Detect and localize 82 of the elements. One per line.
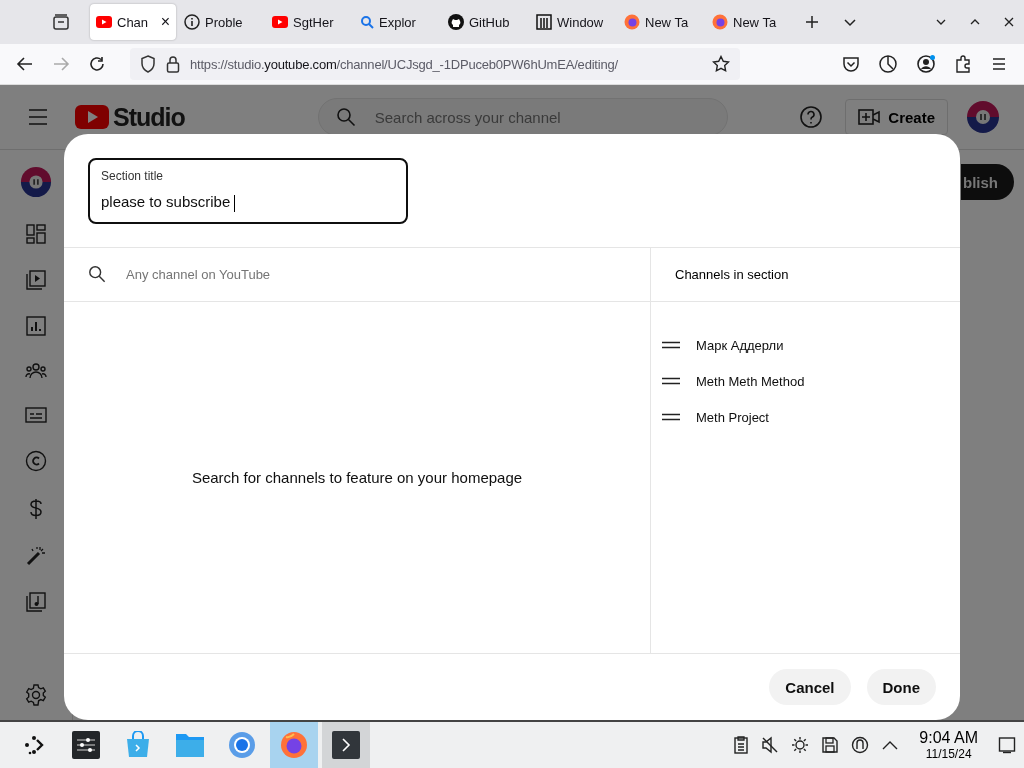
- menu-icon[interactable]: [990, 55, 1008, 73]
- back-icon[interactable]: [16, 55, 34, 73]
- avatar-icon[interactable]: [966, 100, 1000, 134]
- drag-handle-icon[interactable]: [662, 413, 680, 421]
- search-field[interactable]: Search across your channel: [317, 98, 728, 136]
- browser-tab[interactable]: New Ta: [618, 4, 704, 40]
- dollar-icon[interactable]: [28, 498, 44, 520]
- play-icon: [272, 16, 288, 28]
- fox-globe-icon: [624, 14, 640, 30]
- info-icon: [184, 14, 200, 30]
- browser-tab[interactable]: Chan ×: [90, 4, 176, 40]
- video-icon[interactable]: [26, 270, 46, 290]
- cancel-button[interactable]: Cancel: [769, 669, 851, 705]
- browser-tab[interactable]: GitHub: [442, 4, 528, 40]
- brightness-icon[interactable]: [791, 736, 810, 754]
- shield-icon: [140, 55, 156, 73]
- taskbar-app[interactable]: [322, 722, 370, 768]
- play-logo-icon[interactable]: [75, 105, 109, 129]
- account-icon[interactable]: [916, 54, 936, 74]
- column-header: Channels in section: [675, 267, 789, 282]
- puzzle-icon[interactable]: [954, 55, 972, 73]
- columns-icon: [536, 14, 552, 30]
- video-plus-icon: [858, 108, 881, 126]
- star-icon[interactable]: [712, 55, 730, 73]
- avatar-icon[interactable]: [20, 166, 52, 198]
- empty-message: Search for channels to feature on your homepage: [191, 469, 523, 486]
- field-value: please to subscribe: [101, 193, 395, 212]
- search-icon: [335, 107, 356, 127]
- channel-name: Meth Meth Method: [696, 373, 805, 389]
- browser-tab[interactable]: Explor: [354, 4, 440, 40]
- close-tab-icon[interactable]: ×: [160, 13, 170, 31]
- play-icon: [96, 16, 112, 28]
- browser-icon: [228, 731, 256, 759]
- search-icon: [360, 15, 374, 29]
- browser-tab[interactable]: New Ta: [706, 4, 792, 40]
- browser-tab[interactable]: Window: [530, 4, 616, 40]
- section-title-field[interactable]: Section title please to subscribe: [88, 158, 408, 224]
- drag-handle-icon[interactable]: [662, 377, 680, 385]
- new-tab-icon[interactable]: [804, 14, 820, 30]
- search-icon: [88, 265, 106, 283]
- channel-name: Марк Аддерли: [696, 337, 784, 353]
- folder-icon: [175, 732, 205, 758]
- copyright-icon[interactable]: [25, 450, 47, 472]
- help-icon[interactable]: [799, 105, 824, 129]
- menu-icon[interactable]: [27, 108, 49, 126]
- update-icon[interactable]: [851, 736, 870, 754]
- lock-icon: [166, 55, 180, 73]
- fox-globe-icon: [712, 14, 728, 30]
- browser-tab[interactable]: Proble: [178, 4, 264, 40]
- pocket-icon[interactable]: [842, 55, 860, 73]
- drag-handle-icon[interactable]: [662, 341, 680, 349]
- muted-speaker-icon[interactable]: [761, 736, 780, 754]
- cat-icon: [448, 14, 464, 30]
- shopping-bag-icon: [124, 731, 152, 759]
- music-library-icon[interactable]: [26, 592, 46, 612]
- url-text: https://studio.youtube.com/channel/UCJsgd_-1DPuceb0PW6hUmEA/editing/: [190, 56, 619, 72]
- address-bar[interactable]: https://studio.youtube.com/channel/UCJsgd_-1DPuceb0PW6hUmEA/editing/: [130, 48, 740, 80]
- publish-button[interactable]: blish: [961, 164, 1014, 200]
- close-icon[interactable]: [1002, 15, 1016, 29]
- launcher-icon: [22, 733, 46, 757]
- channel-name: Meth Project: [696, 409, 769, 425]
- create-button[interactable]: Create: [845, 99, 948, 135]
- people-icon[interactable]: [25, 362, 47, 380]
- subtitles-icon[interactable]: [25, 406, 47, 424]
- clipboard-icon[interactable]: [733, 736, 750, 754]
- logo-text: Studio: [113, 102, 185, 132]
- terminal-icon: [332, 731, 360, 759]
- field-label: Section title: [101, 169, 165, 183]
- dashboard-icon[interactable]: [26, 224, 46, 244]
- tab-list-icon[interactable]: [52, 13, 70, 31]
- done-button[interactable]: Done: [866, 669, 936, 705]
- browser-tab[interactable]: SgtHer: [266, 4, 352, 40]
- clock-time: 9:04 AM: [919, 729, 978, 747]
- sliders-icon: [72, 731, 100, 759]
- reload-icon[interactable]: [88, 55, 106, 73]
- settings-icon[interactable]: [25, 684, 47, 706]
- fox-globe-icon: [280, 731, 308, 759]
- show-desktop-icon[interactable]: [998, 736, 1016, 754]
- timer-icon[interactable]: [878, 54, 898, 74]
- magic-wand-icon[interactable]: [26, 546, 46, 566]
- clock-date: 11/15/24: [925, 747, 972, 761]
- bar-chart-icon[interactable]: [26, 316, 46, 336]
